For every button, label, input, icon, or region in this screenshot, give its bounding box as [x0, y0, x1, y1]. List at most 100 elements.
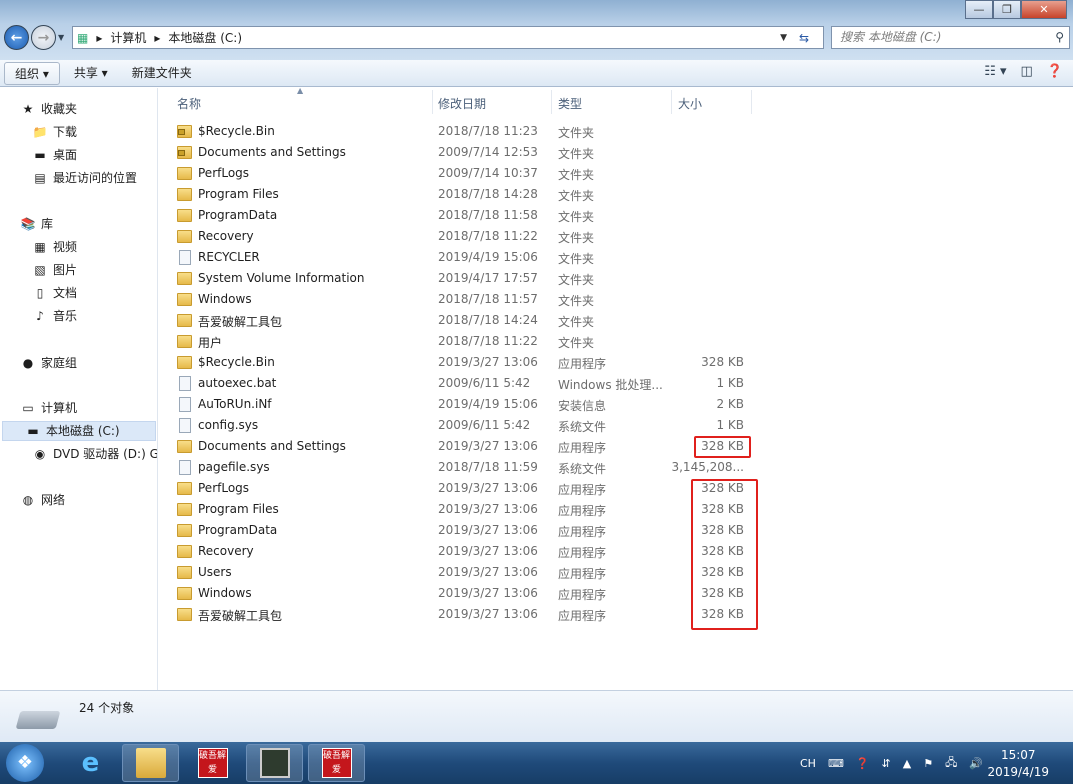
file-row[interactable]: ProgramData 2018/7/18 11:58 文件夹 [159, 206, 759, 227]
sidebar-item[interactable]: ▦ 视频 [32, 237, 77, 257]
language-indicator[interactable]: CH [800, 757, 816, 770]
sidebar-item-icon: ▤ [34, 171, 46, 185]
file-name: autoexec.bat [198, 376, 277, 390]
file-row[interactable]: config.sys 2009/6/11 5:42 系统文件 1 KB [159, 416, 759, 437]
file-name: Documents and Settings [198, 145, 346, 159]
file-row[interactable]: 用户 2018/7/18 11:22 文件夹 [159, 332, 759, 353]
file-row[interactable]: Recovery 2019/3/27 13:06 应用程序 328 KB [159, 542, 759, 563]
ie-taskbar-button[interactable]: e [62, 744, 119, 782]
search-input[interactable]: 搜索 本地磁盘 (C:) ⚲ [831, 26, 1070, 49]
help-tray-icon[interactable]: ❓ [856, 757, 870, 770]
file-date: 2018/7/18 11:22 [438, 229, 538, 243]
view-options-icon[interactable]: ☷ ▾ [984, 64, 1006, 79]
help-icon[interactable]: ❓ [1047, 64, 1063, 79]
file-row[interactable]: $Recycle.Bin 2018/7/18 11:23 文件夹 [159, 122, 759, 143]
folder-icon [177, 314, 192, 327]
file-row[interactable]: 吾爱破解工具包 2019/3/27 13:06 应用程序 328 KB [159, 605, 759, 626]
file-type: 文件夹 [558, 336, 595, 350]
breadcrumb-local-disk[interactable]: 本地磁盘 (C:) [168, 29, 242, 46]
forward-button[interactable]: → [31, 25, 56, 50]
file-type: 安装信息 [558, 399, 607, 413]
file-row[interactable]: Documents and Settings 2019/3/27 13:06 应用程… [159, 437, 759, 458]
file-name: AuToRUn.iNf [198, 397, 272, 411]
pojie-taskbar-button-2[interactable]: 破吾解爱 [308, 744, 365, 782]
file-row[interactable]: PerfLogs 2009/7/14 10:37 文件夹 [159, 164, 759, 185]
column-date[interactable]: 修改日期 [438, 95, 486, 115]
column-type[interactable]: 类型 [558, 95, 582, 115]
history-dropdown-icon[interactable]: ▼ [58, 33, 64, 42]
column-name[interactable]: 名称 [177, 95, 201, 115]
show-hidden-icons[interactable]: ▲ [903, 757, 911, 770]
file-name: $Recycle.Bin [198, 124, 275, 138]
organize-button[interactable]: 组织 ▾ [4, 61, 60, 85]
keyboard-icon[interactable]: ⌨ [828, 757, 844, 770]
sidebar-item[interactable]: 📁 下载 [32, 122, 78, 142]
maximize-button[interactable]: ❐ [993, 0, 1021, 19]
terminal-taskbar-button[interactable] [246, 744, 303, 782]
sidebar-item[interactable]: ★ 收藏夹 [20, 99, 77, 119]
share-button[interactable]: 共享 ▾ [64, 62, 118, 85]
sidebar-item[interactable]: ● 家庭组 [20, 353, 77, 373]
explorer-taskbar-button[interactable] [122, 744, 179, 782]
address-bar[interactable]: ▦ ▸ 计算机 ▸ 本地磁盘 (C:) ▼ ⇆ [72, 26, 824, 49]
file-row[interactable]: 吾爱破解工具包 2018/7/18 14:24 文件夹 [159, 311, 759, 332]
breadcrumb-computer[interactable]: 计算机 [110, 29, 146, 46]
sidebar-item[interactable]: ♪ 音乐 [32, 306, 77, 326]
file-row[interactable]: PerfLogs 2019/3/27 13:06 应用程序 328 KB [159, 479, 759, 500]
pojie-taskbar-button[interactable]: 破吾解爱 [184, 744, 241, 782]
sidebar-item[interactable]: 📚 库 [20, 214, 54, 234]
file-type: 应用程序 [558, 504, 607, 518]
column-size[interactable]: 大小 [678, 95, 702, 115]
file-row[interactable]: Program Files 2019/3/27 13:06 应用程序 328 KB [159, 500, 759, 521]
search-icon[interactable]: ⚲ [1055, 27, 1064, 48]
file-type: 文件夹 [558, 294, 595, 308]
file-row[interactable]: AuToRUn.iNf 2019/4/19 15:06 安装信息 2 KB [159, 395, 759, 416]
sidebar-item[interactable]: ▧ 图片 [32, 260, 77, 280]
sidebar-item[interactable]: ▤ 最近访问的位置 [32, 168, 137, 188]
file-type: 文件夹 [558, 210, 595, 224]
lock-icon [178, 150, 185, 156]
sidebar-item[interactable]: ▯ 文档 [32, 283, 77, 303]
file-row[interactable]: System Volume Information 2019/4/17 17:57… [159, 269, 759, 290]
folder-icon [177, 503, 192, 516]
file-date: 2018/7/18 11:57 [438, 292, 538, 306]
search-placeholder: 搜索 本地磁盘 (C:) [840, 30, 942, 44]
minimize-button[interactable]: — [965, 0, 993, 19]
file-row[interactable]: Program Files 2018/7/18 14:28 文件夹 [159, 185, 759, 206]
new-folder-button[interactable]: 新建文件夹 [122, 62, 202, 85]
file-row[interactable]: $Recycle.Bin 2019/3/27 13:06 应用程序 328 KB [159, 353, 759, 374]
file-row[interactable]: RECYCLER 2019/4/19 15:06 文件夹 [159, 248, 759, 269]
sidebar-item[interactable]: ◉ DVD 驱动器 (D:) GF [32, 444, 157, 464]
sidebar-item-label: 库 [41, 217, 54, 231]
volume-icon[interactable]: 🔊 [969, 757, 983, 770]
file-row[interactable]: Users 2019/3/27 13:06 应用程序 328 KB [159, 563, 759, 584]
file-row[interactable]: autoexec.bat 2009/6/11 5:42 Windows 批处理...… [159, 374, 759, 395]
address-dropdown-icon[interactable]: ▼ [780, 33, 787, 43]
start-button[interactable]: ❖ [6, 744, 44, 782]
sidebar-item[interactable]: ▬ 本地磁盘 (C:) [2, 421, 156, 441]
sidebar-item[interactable]: ▭ 计算机 [20, 398, 77, 418]
file-date: 2009/6/11 5:42 [438, 376, 531, 390]
ime-icon[interactable]: ⇵ [882, 757, 891, 770]
file-name: Windows [198, 292, 252, 306]
file-type: 文件夹 [558, 126, 595, 140]
file-row[interactable]: ProgramData 2019/3/27 13:06 应用程序 328 KB [159, 521, 759, 542]
network-icon[interactable]: 🖧 [945, 754, 957, 773]
close-button[interactable]: ✕ [1021, 0, 1067, 19]
action-center-flag-icon[interactable]: ⚑ [923, 757, 933, 770]
sidebar-item-label: 本地磁盘 (C:) [46, 424, 120, 438]
file-type: 系统文件 [558, 420, 607, 434]
sidebar-item-icon: 📚 [20, 217, 36, 231]
file-row[interactable]: Documents and Settings 2009/7/14 12:53 文件夹 [159, 143, 759, 164]
file-row[interactable]: pagefile.sys 2018/7/18 11:59 系统文件 3,145,208… [159, 458, 759, 479]
preview-pane-icon[interactable]: ◫ [1021, 64, 1033, 79]
refresh-icon[interactable]: ⇆ [799, 31, 809, 45]
sidebar-item-label: 家庭组 [41, 356, 78, 370]
back-button[interactable]: ← [4, 25, 29, 50]
file-row[interactable]: Recovery 2018/7/18 11:22 文件夹 [159, 227, 759, 248]
file-row[interactable]: Windows 2018/7/18 11:57 文件夹 [159, 290, 759, 311]
sidebar-item[interactable]: ▬ 桌面 [32, 145, 77, 165]
clock[interactable]: 15:07 2019/4/19 [987, 747, 1049, 781]
file-row[interactable]: Windows 2019/3/27 13:06 应用程序 328 KB [159, 584, 759, 605]
sidebar-item[interactable]: ◍ 网络 [20, 490, 65, 510]
